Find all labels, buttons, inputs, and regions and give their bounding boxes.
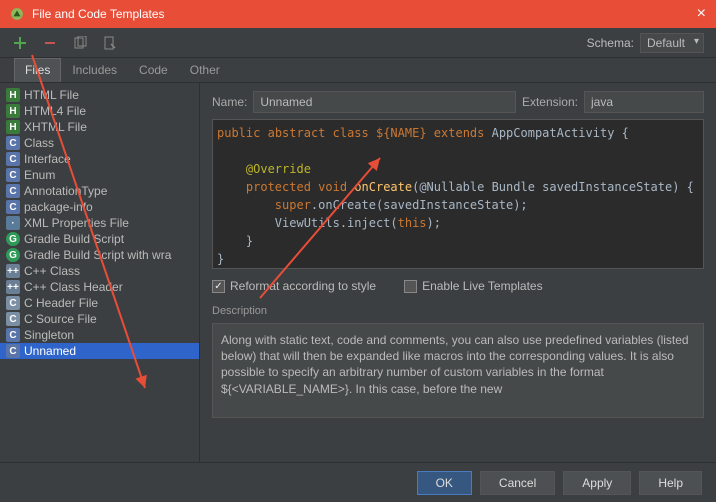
cpp-file-icon: ++ [6,280,20,294]
file-item-label: Unnamed [24,344,76,358]
schema-label: Schema: [587,36,634,50]
file-item[interactable]: C C Source File [0,311,199,327]
file-item[interactable]: ++ C++ Class Header [0,279,199,295]
file-item-label: Enum [24,168,55,182]
template-code[interactable]: public abstract class ${NAME} extends Ap… [212,119,704,269]
ok-button[interactable]: OK [417,471,472,495]
window-title: File and Code Templates [32,7,165,21]
tab-files[interactable]: Files [14,58,61,82]
file-item[interactable]: C Unnamed [0,343,199,359]
file-item-label: Gradle Build Script with wra [24,248,171,262]
tabs: FilesIncludesCodeOther [0,58,716,83]
template-editor: Name: Extension: public abstract class $… [200,83,716,463]
generic-file-icon: · [6,216,20,230]
file-item[interactable]: H HTML File [0,87,199,103]
cancel-button[interactable]: Cancel [480,471,555,495]
description-label: Description [212,305,704,317]
extension-input[interactable] [584,91,704,113]
file-item[interactable]: ++ C++ Class [0,263,199,279]
class-file-icon: C [6,168,20,182]
file-item-label: C++ Class Header [24,280,123,294]
titlebar: File and Code Templates × [0,0,716,28]
file-item[interactable]: C Enum [0,167,199,183]
file-item[interactable]: C Class [0,135,199,151]
cpp-file-icon: ++ [6,264,20,278]
extension-label: Extension: [522,95,578,109]
class-file-icon: C [6,184,20,198]
checkbox-checked-icon [212,280,225,293]
name-input[interactable] [253,91,516,113]
description-box[interactable]: Along with static text, code and comment… [212,323,704,418]
file-list[interactable]: HHTML FileHHTML4 FileHXHTML FileCClassCI… [0,83,200,463]
copy-icon[interactable] [72,35,88,51]
c-file-icon: C [6,312,20,326]
html-file-icon: H [6,88,20,102]
apply-button[interactable]: Apply [563,471,631,495]
file-item[interactable]: C Interface [0,151,199,167]
remove-icon[interactable] [42,35,58,51]
file-item[interactable]: C AnnotationType [0,183,199,199]
class-file-icon: C [6,344,20,358]
file-item-label: HTML File [24,88,79,102]
live-templates-checkbox[interactable]: Enable Live Templates [404,279,543,293]
schema-select[interactable]: Default [640,33,704,53]
file-item-label: HTML4 File [24,104,86,118]
tab-other[interactable]: Other [179,58,231,82]
file-item-label: C Source File [24,312,97,326]
reformat-checkbox[interactable]: Reformat according to style [212,279,376,293]
file-item-label: package-info [24,200,93,214]
file-item-label: Interface [24,152,71,166]
file-item-label: Gradle Build Script [24,232,124,246]
html-file-icon: H [6,120,20,134]
checkbox-icon [404,280,417,293]
file-item[interactable]: C C Header File [0,295,199,311]
file-item-label: XHTML File [24,120,87,134]
file-item[interactable]: H HTML4 File [0,103,199,119]
file-item[interactable]: Cpackage-info [0,199,199,215]
app-icon [10,7,24,21]
tab-code[interactable]: Code [128,58,179,82]
gradle-file-icon: G [6,232,20,246]
gradle-file-icon: G [6,248,20,262]
file-item-label: C++ Class [24,264,80,278]
help-button[interactable]: Help [639,471,702,495]
add-icon[interactable] [12,35,28,51]
file-item[interactable]: G Gradle Build Script with wra [0,247,199,263]
class-file-icon: C [6,200,20,214]
button-bar: OK Cancel Apply Help [0,462,716,502]
file-item[interactable]: G Gradle Build Script [0,231,199,247]
class-file-icon: C [6,328,20,342]
file-item[interactable]: · XML Properties File [0,215,199,231]
tab-includes[interactable]: Includes [61,58,128,82]
file-item-label: AnnotationType [24,184,107,198]
file-item-label: XML Properties File [24,216,129,230]
c-file-icon: C [6,296,20,310]
reset-icon[interactable] [102,35,118,51]
file-item-label: Singleton [24,328,74,342]
file-item[interactable]: C Singleton [0,327,199,343]
toolbar: Schema: Default [0,28,716,58]
file-item-label: C Header File [24,296,98,310]
name-label: Name: [212,95,247,109]
file-item[interactable]: H XHTML File [0,119,199,135]
class-file-icon: C [6,136,20,150]
html-file-icon: H [6,104,20,118]
close-icon[interactable]: × [697,5,706,23]
class-file-icon: C [6,152,20,166]
file-item-label: Class [24,136,54,150]
